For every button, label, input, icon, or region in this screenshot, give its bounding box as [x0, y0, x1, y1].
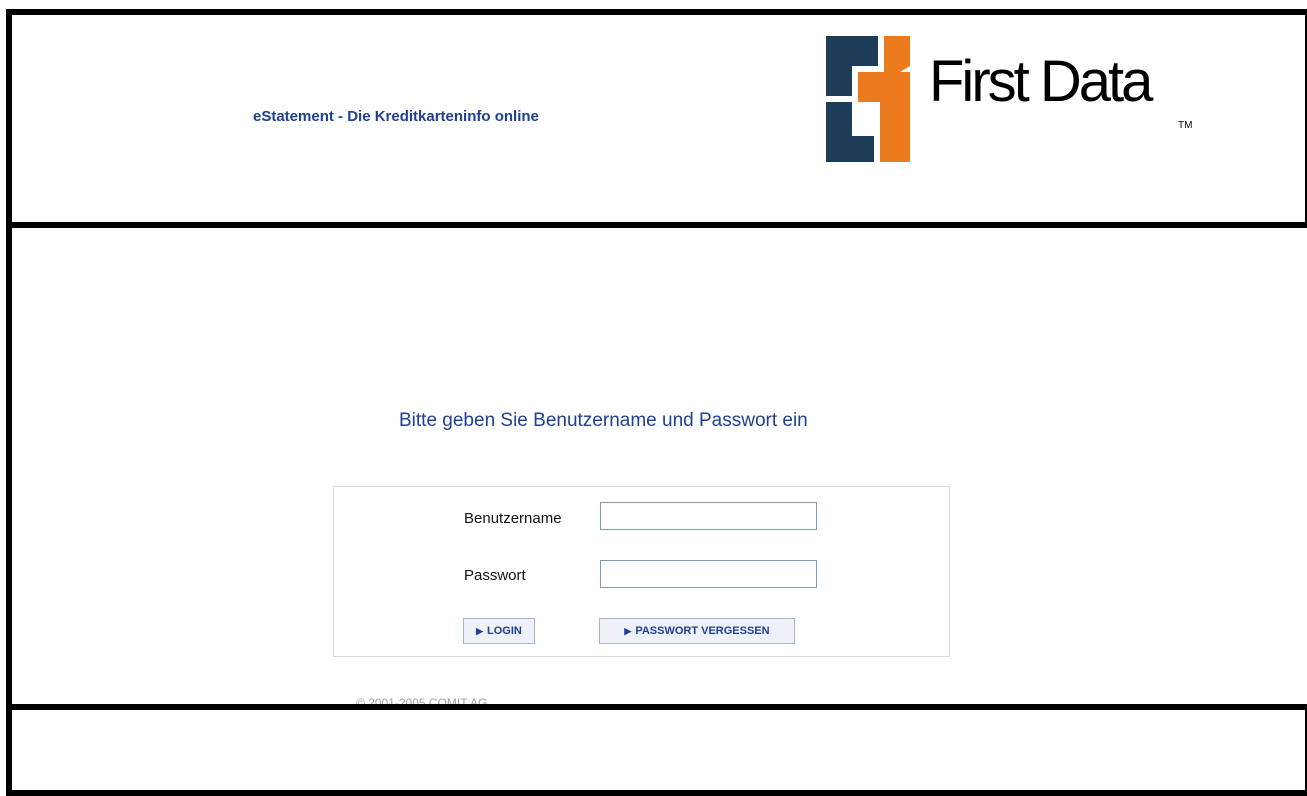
password-label: Passwort [464, 567, 526, 584]
play-arrow-icon: ▶ [624, 625, 632, 636]
username-label: Benutzername [464, 510, 562, 527]
footer-frame [6, 704, 1307, 796]
login-button[interactable]: ▶ LOGIN [463, 618, 535, 644]
login-heading: Bitte geben Sie Benutzername und Passwor… [399, 410, 808, 431]
login-panel: Benutzername Passwort ▶ LOGIN ▶ PASSWORT… [333, 486, 950, 657]
login-button-label: LOGIN [487, 625, 522, 637]
app-title: eStatement - Die Kreditkarteninfo online [253, 108, 539, 125]
left-frame-border [6, 216, 12, 704]
logo-wordmark: First Data [929, 49, 1153, 114]
first-data-logo: First Data TM [826, 36, 1206, 162]
play-arrow-icon: ▶ [476, 625, 484, 636]
password-input[interactable] [600, 560, 817, 588]
first-data-logo-mark-icon [826, 36, 910, 162]
forgot-password-label: PASSWORT VERGESSEN [635, 625, 770, 637]
forgot-password-button[interactable]: ▶ PASSWORT VERGESSEN [599, 618, 795, 644]
logo-trademark: TM [1178, 120, 1193, 131]
username-input[interactable] [600, 502, 817, 530]
